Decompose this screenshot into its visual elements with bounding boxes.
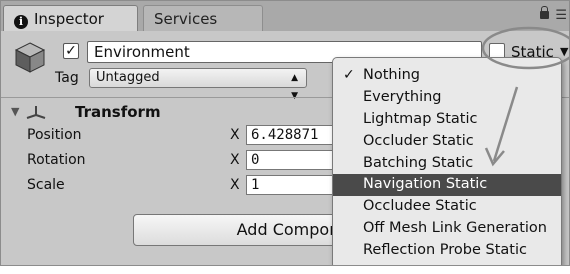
dropdown-item-off-mesh-link-generation[interactable]: Off Mesh Link Generation — [333, 218, 561, 240]
dropdown-item-lightmap-static[interactable]: Lightmap Static — [333, 109, 561, 131]
dropdown-item-occluder-static[interactable]: Occluder Static — [333, 131, 561, 153]
tag-label: Tag — [55, 70, 79, 86]
transform-title: Transform — [75, 103, 161, 121]
position-label: Position — [27, 127, 82, 143]
tag-select-value: Untagged — [96, 70, 160, 85]
scale-x-field[interactable]: 1 — [246, 175, 346, 195]
tab-inspector-label: Inspector — [34, 10, 104, 28]
lock-icon[interactable] — [540, 6, 549, 19]
rotation-label: Rotation — [27, 152, 86, 168]
tab-inspector[interactable]: i Inspector — [3, 5, 138, 31]
dropdown-item-everything[interactable]: Everything — [333, 87, 561, 109]
dropdown-item-batching-static[interactable]: Batching Static — [333, 153, 561, 175]
foldout-arrow-icon[interactable]: ▼ — [11, 105, 19, 118]
tab-strip: i Inspector Services ☰ — [1, 1, 569, 31]
static-flags-dropdown: ✓ Nothing Everything Lightmap Static Occl… — [332, 57, 562, 265]
scale-label: Scale — [27, 177, 65, 193]
transform-icon — [26, 106, 46, 119]
position-x-field[interactable]: 6.428871 — [246, 125, 346, 145]
dropdown-item-occludee-static[interactable]: Occludee Static — [333, 196, 561, 218]
dropdown-item-navigation-static[interactable]: Navigation Static — [333, 174, 561, 197]
tab-services-label: Services — [154, 10, 218, 28]
dropdown-item-nothing[interactable]: ✓ Nothing — [333, 65, 561, 87]
tag-select[interactable]: Untagged ▲ ▼ — [89, 68, 307, 101]
dropdown-arrow-icon[interactable]: ▼ — [560, 45, 568, 58]
rotation-x-field[interactable]: 0 — [246, 150, 346, 170]
menu-icon[interactable]: ☰ — [555, 9, 567, 22]
active-checkbox[interactable]: ✓ — [63, 43, 79, 59]
checkmark-icon: ✓ — [343, 67, 355, 83]
tab-services[interactable]: Services — [143, 5, 263, 31]
dropdown-item-reflection-probe-static[interactable]: Reflection Probe Static — [333, 240, 561, 262]
position-x-label: X — [230, 127, 240, 143]
rotation-x-label: X — [230, 152, 240, 168]
inspector-window: i Inspector Services ☰ ✓ Environment Stat… — [0, 0, 570, 266]
cube-icon — [14, 42, 46, 73]
info-icon: i — [14, 15, 28, 29]
scale-x-label: X — [230, 177, 240, 193]
updown-icon: ▲ ▼ — [291, 73, 298, 101]
